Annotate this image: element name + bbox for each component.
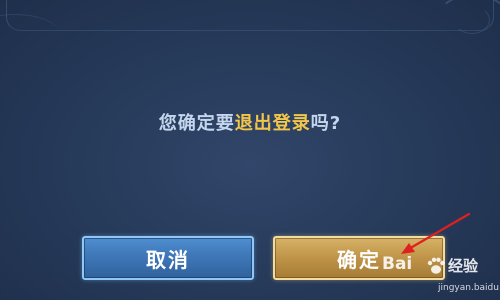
watermark-url: jingyan.baidu.com (438, 283, 500, 293)
watermark-name: 经验 (448, 257, 479, 275)
watermark-logo-text: Bai (382, 254, 413, 274)
message-highlight: 退出登录 (234, 113, 311, 134)
cancel-button[interactable]: 取消 (82, 236, 254, 280)
logout-dialog-screen: 您确定要退出登录吗? 取消 确定 Bai 经验 jingyan.baidu.co… (0, 0, 500, 300)
confirm-button-label: 确定 (337, 247, 381, 272)
cancel-button-label: 取消 (146, 247, 190, 272)
message-suffix: 吗? (310, 113, 342, 134)
annotation-arrow-icon (401, 212, 471, 254)
confirm-logout-message: 您确定要退出登录吗? (0, 109, 500, 135)
message-prefix: 您确定要 (158, 113, 235, 134)
baidu-jingyan-watermark: Bai 经验 jingyan.baidu.com (382, 254, 500, 300)
paw-icon (427, 257, 445, 274)
corner-swirl-inner-decoration (454, 6, 490, 34)
top-frame-decoration (6, 0, 494, 31)
